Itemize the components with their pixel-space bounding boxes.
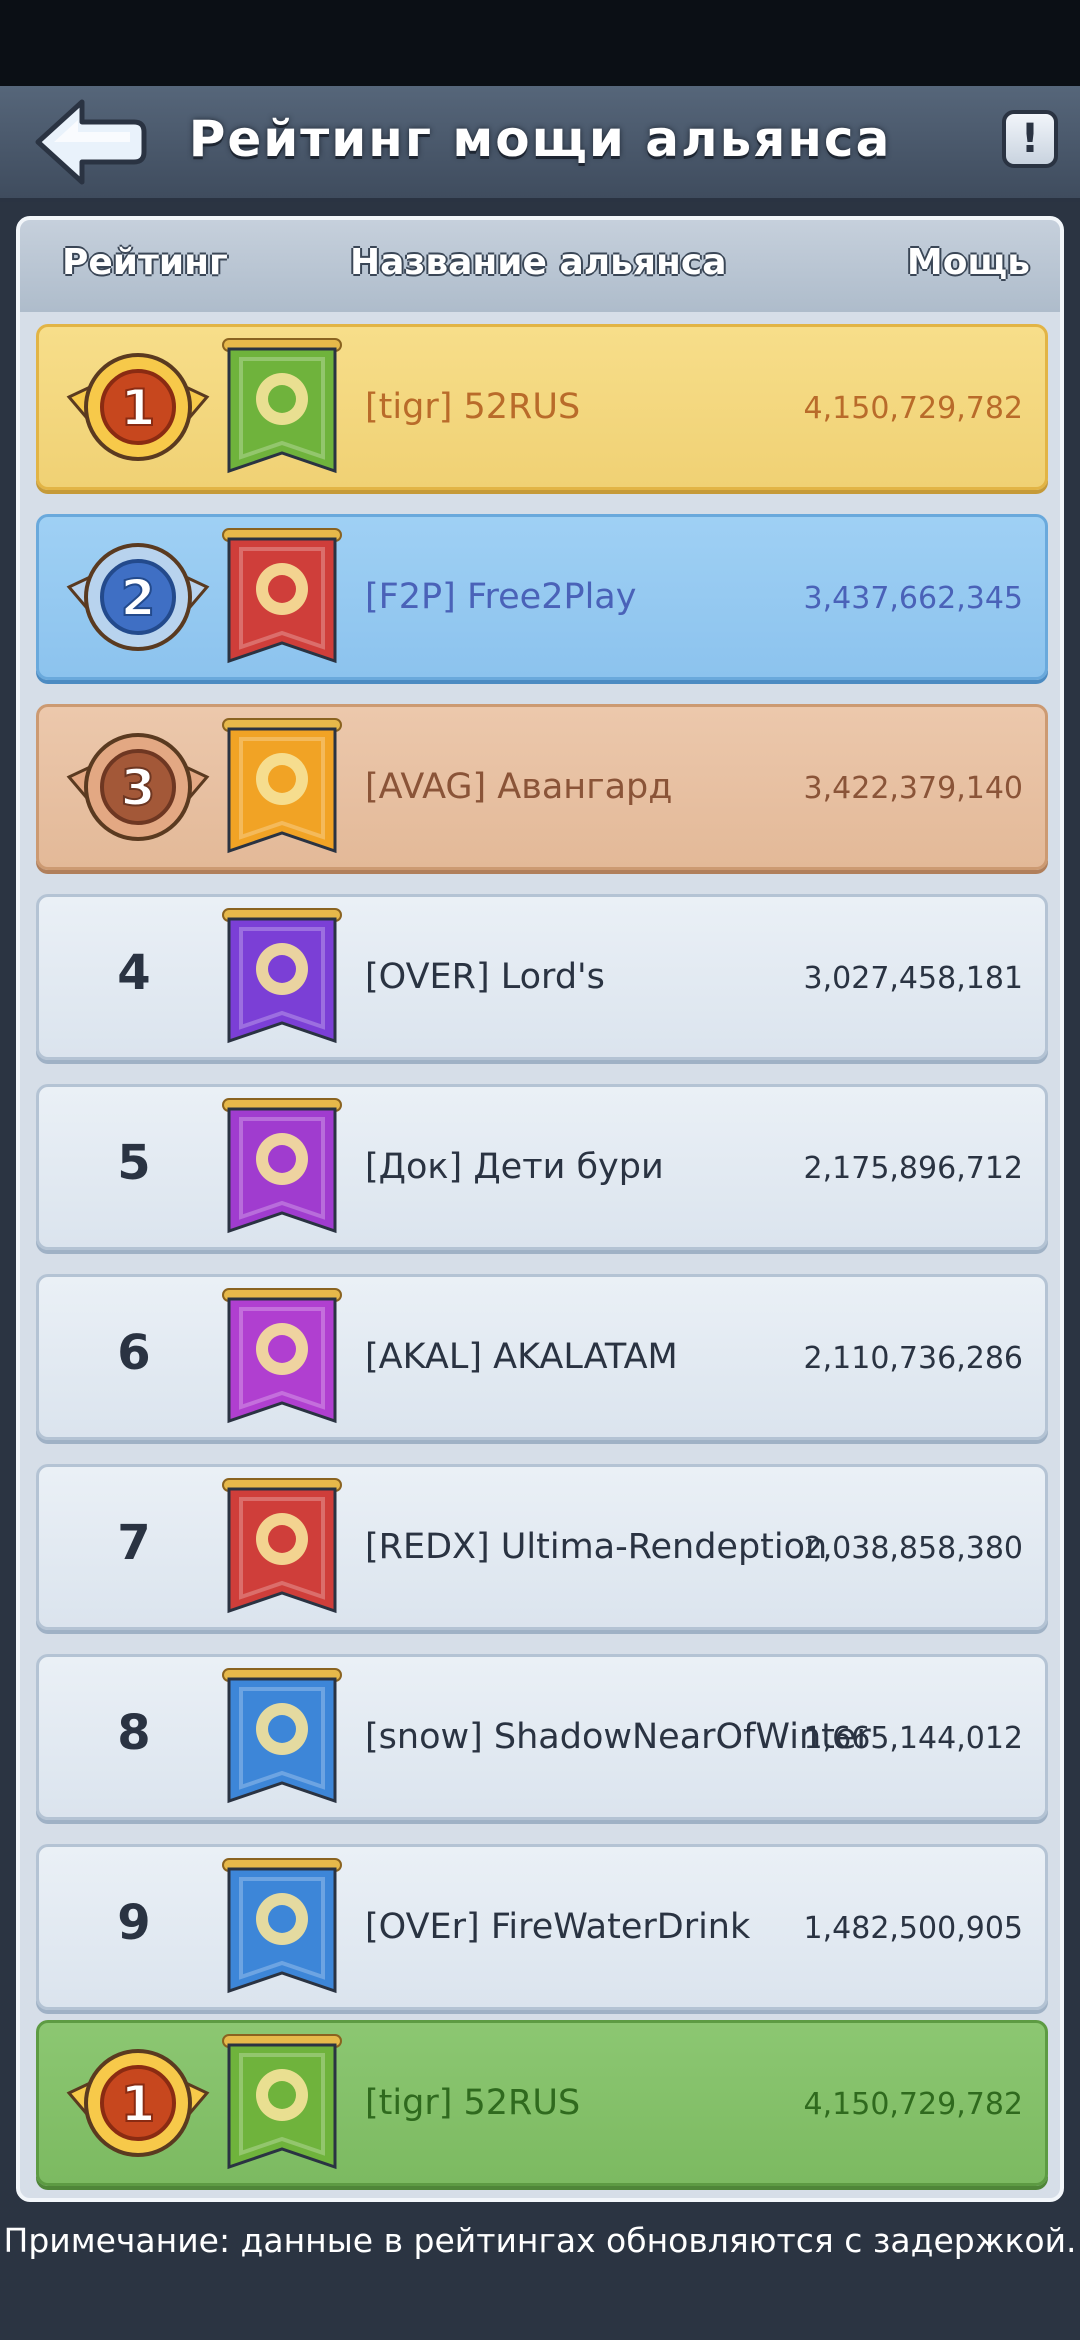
rank-medal-icon: 1 — [63, 341, 213, 477]
alliance-name: [AVAG] Авангард — [365, 767, 673, 807]
shield-sword-icon — [215, 335, 349, 489]
rank-number: 8 — [117, 1705, 151, 1761]
alliance-name: [REDX] Ultima-Rendeption — [365, 1527, 828, 1567]
top-bar: Рейтинг мощи альянса ! — [0, 86, 1080, 202]
column-rank: Рейтинг — [62, 242, 228, 283]
column-power: Мощь — [906, 242, 1030, 283]
svg-text:1: 1 — [121, 379, 156, 437]
winged-scales-icon — [215, 1475, 349, 1629]
rank-number: 5 — [117, 1135, 151, 1191]
alliance-name: [Док] Дети бури — [365, 1147, 664, 1187]
eye-icon — [215, 905, 349, 1059]
alliance-name: [snow] ShadowNearOfWinter — [365, 1717, 871, 1757]
alliance-name: [F2P] Free2Play — [365, 577, 637, 617]
alliance-power: 2,038,858,380 — [803, 1531, 1023, 1566]
ranking-panel: Рейтинг Название альянса Мощь 1 [tigr] 5… — [16, 216, 1064, 2202]
alliance-power: 1,482,500,905 — [803, 1911, 1023, 1946]
rank-number: 9 — [117, 1895, 151, 1951]
alliance-power: 4,150,729,782 — [803, 2087, 1023, 2122]
alliance-row[interactable]: 7 [REDX] Ultima-Rendeption 2,038,858,380 — [36, 1464, 1048, 1630]
rank-number: 7 — [117, 1515, 151, 1571]
alliance-power: 2,175,896,712 — [803, 1151, 1023, 1186]
rank-medal-icon: 1 — [63, 2037, 213, 2173]
bird-head-icon — [215, 1095, 349, 1249]
page-title: Рейтинг мощи альянса — [188, 110, 892, 168]
alliance-power: 2,110,736,286 — [803, 1341, 1023, 1376]
alliance-row[interactable]: 3 [AVAG] Авангард 3,422,379,140 — [36, 704, 1048, 870]
crown-icon — [215, 1285, 349, 1439]
alliance-name: [tigr] 52RUS — [365, 387, 581, 427]
alliance-name: [OVEr] FireWaterDrink — [365, 1907, 751, 1947]
alliance-name: [tigr] 52RUS — [365, 2083, 581, 2123]
alliance-power: 4,150,729,782 — [803, 391, 1023, 426]
eagle-icon — [215, 715, 349, 869]
lantern-icon — [215, 1855, 349, 2009]
rank-medal-icon: 3 — [63, 721, 213, 857]
alliance-row[interactable]: 8 [snow] ShadowNearOfWinter 1,665,144,01… — [36, 1654, 1048, 1820]
shield-sword-icon — [215, 2031, 349, 2185]
alliance-name: [AKAL] AKALATAM — [365, 1337, 678, 1377]
footer-note: Примечание: данные в рейтингах обновляют… — [3, 2221, 1077, 2260]
info-button[interactable]: ! — [1002, 110, 1058, 168]
alliance-power: 3,027,458,181 — [803, 961, 1023, 996]
column-header: Рейтинг Название альянса Мощь — [20, 220, 1060, 312]
winged-scales-icon — [215, 525, 349, 679]
svg-text:3: 3 — [121, 759, 156, 817]
my-alliance-row[interactable]: 1 [tigr] 52RUS 4,150,729,782 — [36, 2020, 1048, 2186]
alliance-row[interactable]: 4 [OVER] Lord's 3,027,458,181 — [36, 894, 1048, 1060]
svg-text:2: 2 — [121, 569, 156, 627]
status-bar — [0, 0, 1080, 86]
alliance-row[interactable]: 5 [Док] Дети бури 2,175,896,712 — [36, 1084, 1048, 1250]
alliance-row[interactable]: 2 [F2P] Free2Play 3,437,662,345 — [36, 514, 1048, 680]
rank-number: 4 — [117, 945, 151, 1001]
alliance-row[interactable]: 6 [AKAL] AKALATAM 2,110,736,286 — [36, 1274, 1048, 1440]
rank-medal-icon: 2 — [63, 531, 213, 667]
alliance-row[interactable]: 1 [tigr] 52RUS 4,150,729,782 — [36, 324, 1048, 490]
alliance-power: 3,422,379,140 — [803, 771, 1023, 806]
column-alliance-name: Название альянса — [350, 242, 727, 283]
alliance-power: 3,437,662,345 — [803, 581, 1023, 616]
svg-text:1: 1 — [121, 2075, 156, 2133]
snowflake-key-icon — [215, 1665, 349, 1819]
alliance-row[interactable]: 9 [OVEr] FireWaterDrink 1,482,500,905 — [36, 1844, 1048, 2010]
rank-number: 6 — [117, 1325, 151, 1381]
alliance-power: 1,665,144,012 — [803, 1721, 1023, 1756]
alliance-name: [OVER] Lord's — [365, 957, 605, 997]
